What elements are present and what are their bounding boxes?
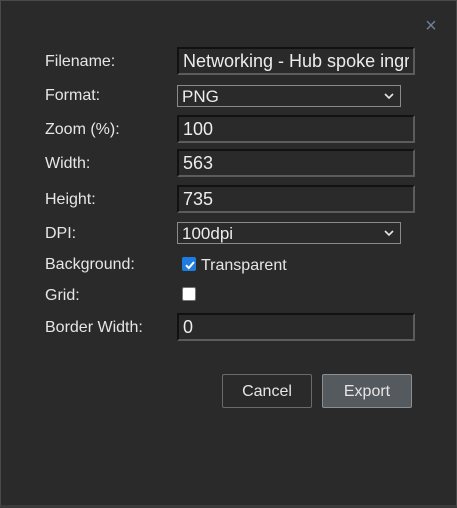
zoom-input[interactable] xyxy=(177,115,415,143)
background-label: Background: xyxy=(45,256,135,273)
format-label: Format: xyxy=(45,87,101,104)
cancel-button[interactable]: Cancel xyxy=(222,374,312,408)
dpi-select-value: 100dpi xyxy=(182,224,234,243)
chevron-down-icon xyxy=(384,93,394,100)
border-width-label: Border Width: xyxy=(45,319,143,336)
filename-input[interactable] xyxy=(177,47,415,75)
transparent-option-label: Transparent xyxy=(201,257,287,274)
chevron-down-icon xyxy=(384,230,394,237)
height-label: Height: xyxy=(45,191,96,208)
border-width-input[interactable] xyxy=(177,313,415,341)
dpi-select[interactable]: 100dpi xyxy=(177,222,401,244)
height-input[interactable] xyxy=(177,185,415,213)
grid-checkbox[interactable] xyxy=(182,287,196,301)
format-select-value: PNG xyxy=(182,87,219,106)
close-icon[interactable]: × xyxy=(422,15,440,37)
width-label: Width: xyxy=(45,155,91,172)
dpi-label: DPI: xyxy=(45,225,77,242)
format-select[interactable]: PNG xyxy=(177,85,401,107)
width-input[interactable] xyxy=(177,149,415,177)
filename-label: Filename: xyxy=(45,53,116,70)
export-button[interactable]: Export xyxy=(322,374,412,408)
zoom-label: Zoom (%): xyxy=(45,121,120,138)
checkmark-icon xyxy=(185,261,195,270)
background-transparent-checkbox[interactable] xyxy=(182,257,196,271)
grid-label: Grid: xyxy=(45,287,80,304)
export-dialog: × Filename: Format: PNG Zoom (%): Width:… xyxy=(0,0,457,508)
